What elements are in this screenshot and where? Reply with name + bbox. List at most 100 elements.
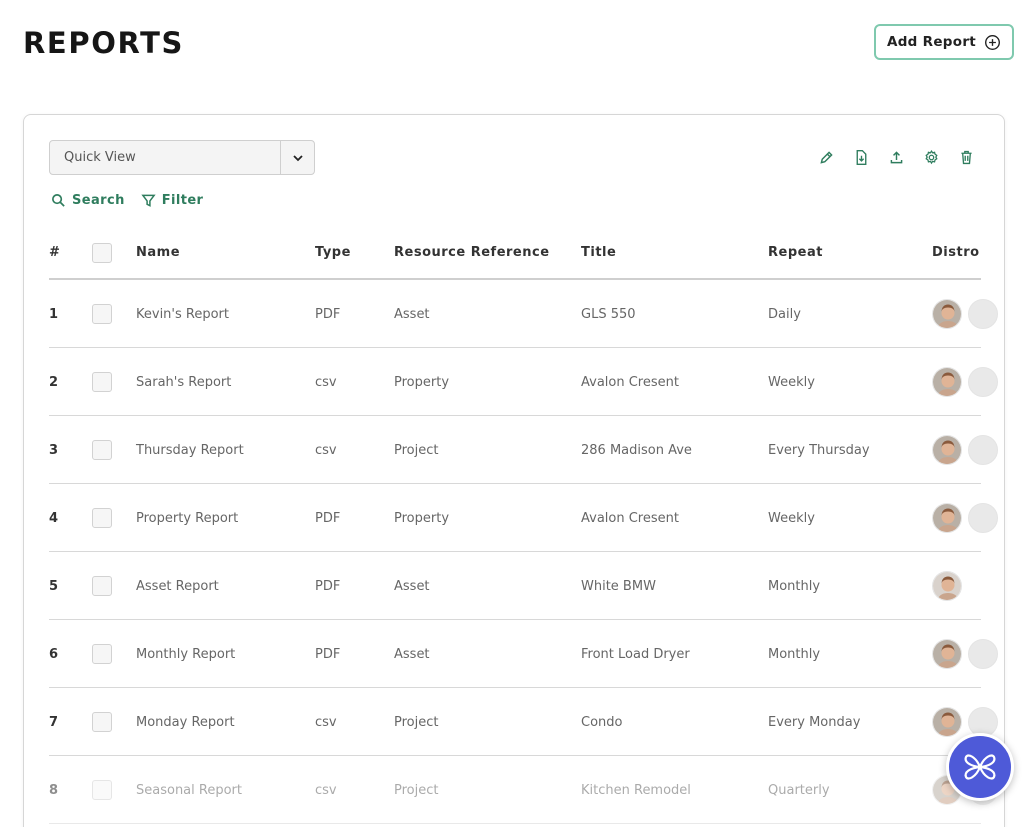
trash-icon[interactable]	[957, 147, 975, 167]
chevron-down-icon[interactable]	[280, 141, 314, 174]
report-type: PDF	[315, 510, 341, 526]
butterfly-logo-icon	[964, 754, 996, 780]
avatar[interactable]	[932, 299, 962, 329]
report-repeat: Every Monday	[768, 714, 861, 730]
report-type: PDF	[315, 646, 341, 662]
plus-circle-icon	[985, 34, 1001, 50]
row-checkbox-cell	[92, 620, 112, 688]
report-repeat: Daily	[768, 306, 801, 322]
row-number: 8	[49, 782, 59, 798]
row-checkbox[interactable]	[92, 712, 112, 732]
avatar[interactable]	[932, 367, 962, 397]
distro-avatars	[932, 552, 962, 620]
distro-avatars	[932, 484, 998, 552]
filter-link[interactable]: Filter	[141, 193, 204, 208]
table-row[interactable]: 5 Asset Report PDF Asset White BMW Monthly	[49, 552, 981, 620]
resource-reference: Project	[394, 782, 439, 798]
table-row[interactable]: 7 Monday Report csv Project Condo Every Monda…	[49, 688, 998, 756]
report-name[interactable]: Sarah's Report	[136, 348, 231, 416]
report-repeat: Every Thursday	[768, 442, 870, 458]
row-checkbox[interactable]	[92, 304, 112, 324]
row-checkbox[interactable]	[92, 780, 112, 800]
edit-icon[interactable]	[817, 147, 835, 167]
table-row[interactable]: 8 Seasonal Report csv Project Kitchen Remode…	[49, 756, 998, 824]
report-repeat: Quarterly	[768, 782, 830, 798]
avatar[interactable]	[932, 503, 962, 533]
report-type: PDF	[315, 306, 341, 322]
avatar[interactable]	[968, 435, 998, 465]
avatar[interactable]	[968, 639, 998, 669]
row-checkbox[interactable]	[92, 508, 112, 528]
add-report-button[interactable]: Add Report	[874, 24, 1014, 60]
table-row[interactable]: 2 Sarah's Report csv Property Avalon Cresent…	[49, 348, 998, 416]
avatar[interactable]	[968, 299, 998, 329]
search-link[interactable]: Search	[51, 193, 125, 208]
resource-reference: Project	[394, 442, 439, 458]
distro-avatars	[932, 620, 998, 688]
report-name[interactable]: Asset Report	[136, 552, 219, 620]
search-label: Search	[72, 193, 125, 208]
select-all-checkbox-cell	[92, 227, 112, 278]
resource-reference: Asset	[394, 578, 430, 594]
distro-avatars	[932, 280, 998, 348]
row-checkbox-cell	[92, 756, 112, 824]
quick-view-value: Quick View	[64, 150, 136, 165]
column-header-number: #	[49, 245, 61, 260]
row-checkbox-cell	[92, 348, 112, 416]
search-filter-bar: Search Filter	[51, 193, 203, 208]
column-header-repeat[interactable]: Repeat	[768, 227, 823, 278]
assistant-button[interactable]	[946, 733, 1014, 801]
report-title: Avalon Cresent	[581, 374, 679, 390]
table-row[interactable]: 6 Monthly Report PDF Asset Front Load Dryer M…	[49, 620, 998, 688]
row-checkbox[interactable]	[92, 576, 112, 596]
upload-icon[interactable]	[887, 147, 905, 167]
select-all-checkbox[interactable]	[92, 242, 112, 263]
export-file-icon[interactable]	[852, 147, 870, 167]
avatar[interactable]	[968, 367, 998, 397]
row-checkbox[interactable]	[92, 440, 112, 460]
row-checkbox[interactable]	[92, 372, 112, 392]
quick-view-select[interactable]: Quick View	[49, 140, 315, 175]
row-number: 7	[49, 714, 59, 730]
report-name[interactable]: Monday Report	[136, 688, 235, 756]
report-title: Kitchen Remodel	[581, 782, 691, 798]
column-header-resource-reference[interactable]: Resource Reference	[394, 227, 550, 278]
table-row[interactable]: 4 Property Report PDF Property Avalon Cresen…	[49, 484, 998, 552]
row-checkbox-cell	[92, 688, 112, 756]
resource-reference: Property	[394, 374, 450, 390]
column-header-distro[interactable]: Distro	[932, 227, 980, 278]
page-title: REPORTS	[23, 26, 184, 60]
avatar[interactable]	[968, 503, 998, 533]
row-number: 4	[49, 510, 59, 526]
distro-avatars	[932, 348, 998, 416]
report-name[interactable]: Monthly Report	[136, 620, 235, 688]
avatar[interactable]	[932, 707, 962, 737]
row-checkbox-cell	[92, 552, 112, 620]
report-title: White BMW	[581, 578, 656, 594]
table-row[interactable]: 3 Thursday Report csv Project 286 Madison Av…	[49, 416, 998, 484]
add-report-label: Add Report	[886, 34, 977, 50]
row-number: 6	[49, 646, 59, 662]
report-type: PDF	[315, 578, 341, 594]
avatar[interactable]	[932, 435, 962, 465]
avatar[interactable]	[932, 639, 962, 669]
report-title: Avalon Cresent	[581, 510, 679, 526]
report-repeat: Monthly	[768, 646, 821, 662]
column-header-name[interactable]: Name	[136, 227, 180, 278]
report-title: Front Load Dryer	[581, 646, 690, 662]
report-name[interactable]: Seasonal Report	[136, 756, 242, 824]
row-checkbox-cell	[92, 280, 112, 348]
distro-avatars	[932, 416, 998, 484]
resource-reference: Property	[394, 510, 450, 526]
column-header-title[interactable]: Title	[581, 227, 616, 278]
column-header-type[interactable]: Type	[315, 227, 351, 278]
settings-icon[interactable]	[922, 147, 940, 167]
table-row[interactable]: 1 Kevin's Report PDF Asset GLS 550 Daily	[49, 280, 998, 348]
avatar[interactable]	[932, 571, 962, 601]
resource-reference: Project	[394, 714, 439, 730]
report-title: GLS 550	[581, 306, 636, 322]
row-checkbox[interactable]	[92, 644, 112, 664]
report-name[interactable]: Thursday Report	[136, 416, 244, 484]
report-name[interactable]: Property Report	[136, 484, 238, 552]
report-name[interactable]: Kevin's Report	[136, 280, 229, 348]
